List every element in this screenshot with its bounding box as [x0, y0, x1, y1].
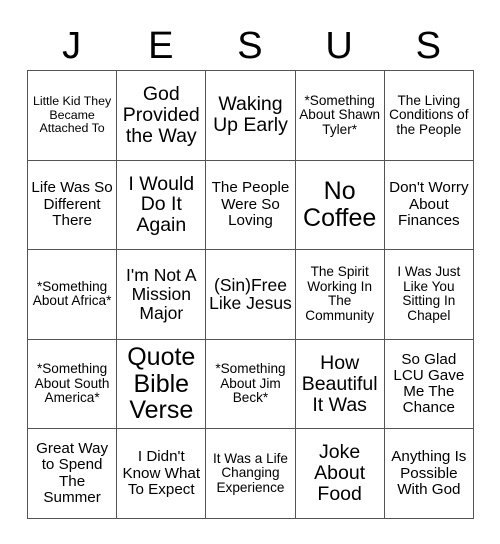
bingo-cell[interactable]: Don't Worry About Finances — [383, 159, 474, 251]
bingo-row: *Something About Africa* I'm Not A Missi… — [26, 249, 474, 340]
bingo-cell[interactable]: Life Was So Different There — [26, 159, 118, 251]
bingo-header: J E S U S — [27, 22, 473, 70]
bingo-cell[interactable]: *Something About Shawn Tyler* — [294, 70, 385, 161]
bingo-cell[interactable]: I Was Just Like You Sitting In Chapel — [383, 249, 474, 340]
header-letter-4: U — [325, 25, 353, 67]
bingo-cell[interactable]: I'm Not A Mission Major — [116, 249, 207, 340]
bingo-cell[interactable]: *Something About South America* — [26, 338, 118, 430]
bingo-cell[interactable]: It Was a Life Changing Experience — [205, 428, 296, 519]
header-letter-3: S — [237, 25, 263, 67]
bingo-row: Little Kid They Became Attached To God P… — [26, 70, 474, 161]
bingo-cell[interactable]: I Would Do It Again — [116, 159, 207, 251]
bingo-cell[interactable]: So Glad LCU Gave Me The Chance — [383, 338, 474, 430]
bingo-cell[interactable]: *Something About Africa* — [26, 249, 118, 340]
bingo-cell[interactable]: No Coffee — [294, 159, 385, 251]
bingo-cell[interactable]: Joke About Food — [294, 428, 385, 519]
bingo-cell[interactable]: Waking Up Early — [205, 70, 296, 161]
bingo-cell[interactable]: How Beautiful It Was — [294, 338, 385, 430]
header-letter-5: S — [415, 25, 442, 67]
bingo-cell[interactable]: The Spirit Working In The Community — [294, 249, 385, 340]
bingo-cell[interactable]: Anything Is Possible With God — [383, 428, 474, 519]
bingo-cell[interactable]: Little Kid They Became Attached To — [26, 70, 118, 161]
bingo-row: Great Way to Spend The Summer I Didn't K… — [26, 428, 474, 519]
bingo-cell[interactable]: *Something About Jim Beck* — [205, 338, 296, 430]
bingo-cell[interactable]: (Sin)Free Like Jesus — [205, 249, 296, 340]
bingo-cell[interactable]: God Provided the Way — [116, 70, 207, 161]
bingo-cell[interactable]: The People Were So Loving — [205, 159, 296, 251]
bingo-cell[interactable]: The Living Conditions of the People — [383, 70, 474, 161]
header-letter-2: E — [148, 25, 174, 67]
bingo-grid: Little Kid They Became Attached To God P… — [26, 70, 474, 519]
bingo-cell[interactable]: Quote Bible Verse — [116, 338, 207, 430]
bingo-cell[interactable]: I Didn't Know What To Expect — [116, 428, 207, 519]
bingo-card: J E S U S Little Kid They Became Attache… — [0, 0, 500, 544]
bingo-row: Life Was So Different There I Would Do I… — [26, 159, 474, 251]
header-letter-1: J — [62, 25, 82, 67]
bingo-cell[interactable]: Great Way to Spend The Summer — [26, 428, 118, 519]
bingo-row: *Something About South America* Quote Bi… — [26, 338, 474, 430]
